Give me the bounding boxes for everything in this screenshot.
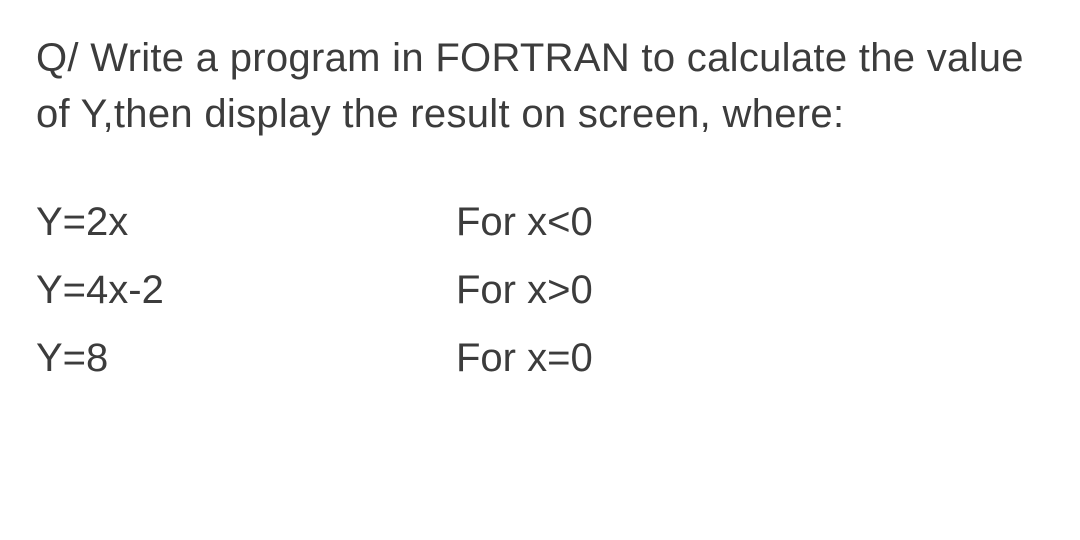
question-prompt: Q/ Write a program in FORTRAN to calcula… xyxy=(36,30,1044,142)
equation-expression: Y=2x xyxy=(36,194,456,250)
equation-row: Y=8 For x=0 xyxy=(36,330,1044,386)
equation-expression: Y=4x-2 xyxy=(36,262,456,318)
equation-expression: Y=8 xyxy=(36,330,456,386)
equation-condition: For x>0 xyxy=(456,262,1044,318)
equation-condition: For x=0 xyxy=(456,330,1044,386)
equation-condition: For x<0 xyxy=(456,194,1044,250)
equation-list: Y=2x For x<0 Y=4x-2 For x>0 Y=8 For x=0 xyxy=(36,194,1044,386)
equation-row: Y=2x For x<0 xyxy=(36,194,1044,250)
equation-row: Y=4x-2 For x>0 xyxy=(36,262,1044,318)
